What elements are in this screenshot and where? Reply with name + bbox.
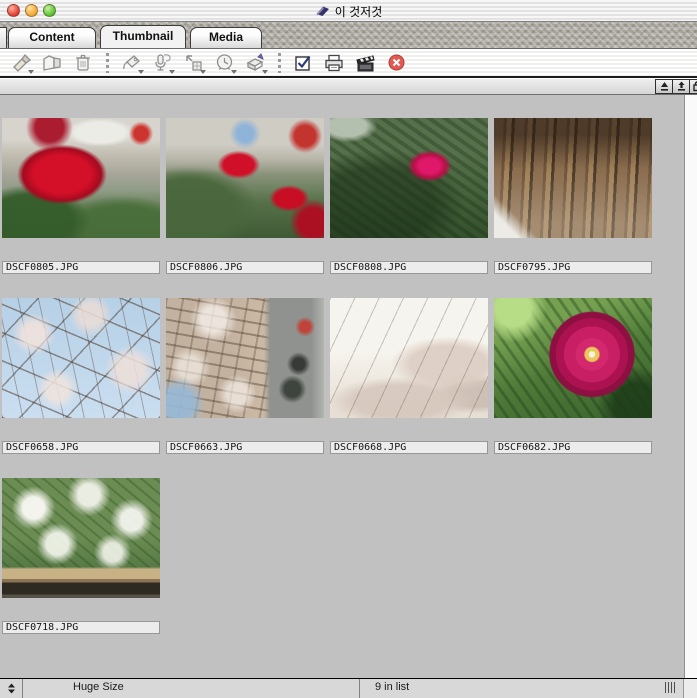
voice-annotation-button[interactable] [149, 51, 175, 75]
window-title: 이 것저것 [335, 3, 383, 20]
filename-field[interactable]: DSCF0663.JPG [166, 441, 324, 454]
title-bar: 이 것저것 [0, 0, 697, 22]
size-label[interactable]: Huge Size [23, 679, 360, 698]
thumbnail-cell: DSCF0718.JPG [2, 478, 160, 634]
delete-icon [388, 54, 405, 71]
clock-button[interactable] [211, 51, 237, 75]
checkbox-icon [294, 54, 312, 72]
thumbnail-photo[interactable] [166, 298, 324, 418]
scrollbar-corner [683, 679, 697, 698]
size-menu-icon [7, 683, 16, 694]
toolbar [0, 49, 697, 78]
status-bar: Huge Size 9 in list [0, 678, 697, 698]
export-up-button[interactable] [672, 79, 689, 94]
trash-icon [75, 53, 91, 72]
media-clapper-button[interactable] [352, 51, 378, 75]
tab-media-label: Media [209, 30, 243, 44]
folder-icon [42, 54, 62, 71]
sort-header-bar [0, 78, 697, 95]
tab-media[interactable]: Media [190, 27, 262, 48]
toolbar-separator [278, 53, 281, 73]
partial-tab-edge [0, 27, 7, 48]
thumbnail-photo[interactable] [330, 298, 488, 418]
thumbnail-photo[interactable] [494, 118, 652, 238]
filename-field[interactable]: DSCF0808.JPG [330, 261, 488, 274]
resize-button[interactable] [180, 51, 206, 75]
thumbnail-photo[interactable] [2, 118, 160, 238]
filename-field[interactable]: DSCF0718.JPG [2, 621, 160, 634]
print-icon [324, 54, 344, 72]
clipped-button-icon [692, 81, 697, 92]
folder-button[interactable] [39, 51, 65, 75]
sort-ascending-button[interactable] [655, 79, 672, 94]
clipped-header-button[interactable] [689, 79, 697, 94]
print-button[interactable] [321, 51, 347, 75]
thumbnail-cell: DSCF0668.JPG [330, 298, 488, 454]
filename-field[interactable]: DSCF0806.JPG [166, 261, 324, 274]
thumbnail-cell: DSCF0682.JPG [494, 298, 652, 454]
tab-strip: Content Thumbnail Media [0, 22, 697, 49]
filename-field[interactable]: DSCF0682.JPG [494, 441, 652, 454]
book-icon [315, 5, 330, 17]
tab-content[interactable]: Content [8, 27, 96, 48]
dropdown-arrow-icon [200, 70, 206, 74]
tag-button[interactable] [118, 51, 144, 75]
thumbnail-cell: DSCF0806.JPG [166, 118, 324, 274]
vertical-scrollbar[interactable] [684, 95, 697, 678]
thumbnail-cell: DSCF0805.JPG [2, 118, 160, 274]
thumbnail-cell: DSCF0808.JPG [330, 118, 488, 274]
tab-thumbnail[interactable]: Thumbnail [100, 25, 186, 48]
sort-ascending-icon [659, 81, 670, 92]
export-up-icon [676, 81, 687, 92]
send-button[interactable] [242, 51, 268, 75]
thumbnail-photo[interactable] [494, 298, 652, 418]
thumbnail-grid: DSCF0805.JPG DSCF0806.JPG DSCF0808.JPG D… [0, 95, 684, 678]
media-clapper-icon [355, 54, 376, 72]
dropdown-arrow-icon [138, 70, 144, 74]
filename-field[interactable]: DSCF0668.JPG [330, 441, 488, 454]
thumbnail-cell: DSCF0795.JPG [494, 118, 652, 274]
thumbnail-photo[interactable] [166, 118, 324, 238]
dropdown-arrow-icon [169, 70, 175, 74]
dropdown-arrow-icon [231, 70, 237, 74]
thumbnail-cell: DSCF0658.JPG [2, 298, 160, 454]
thumbnail-photo[interactable] [2, 478, 160, 598]
trash-button[interactable] [70, 51, 96, 75]
item-count-label: 9 in list [360, 679, 697, 698]
stamp-edit-button[interactable] [8, 51, 34, 75]
delete-button[interactable] [383, 51, 409, 75]
dropdown-arrow-icon [262, 70, 268, 74]
size-menu-button[interactable] [0, 679, 23, 698]
filename-field[interactable]: DSCF0805.JPG [2, 261, 160, 274]
filename-field[interactable]: DSCF0795.JPG [494, 261, 652, 274]
tab-content-label: Content [29, 30, 74, 44]
tab-thumbnail-label: Thumbnail [113, 29, 174, 43]
thumbnail-cell: DSCF0663.JPG [166, 298, 324, 454]
thumbnail-photo[interactable] [2, 298, 160, 418]
filename-field[interactable]: DSCF0658.JPG [2, 441, 160, 454]
dropdown-arrow-icon [28, 70, 34, 74]
checkbox-button[interactable] [290, 51, 316, 75]
toolbar-separator [106, 53, 109, 73]
resize-grip[interactable] [665, 682, 675, 693]
thumbnail-photo[interactable] [330, 118, 488, 238]
